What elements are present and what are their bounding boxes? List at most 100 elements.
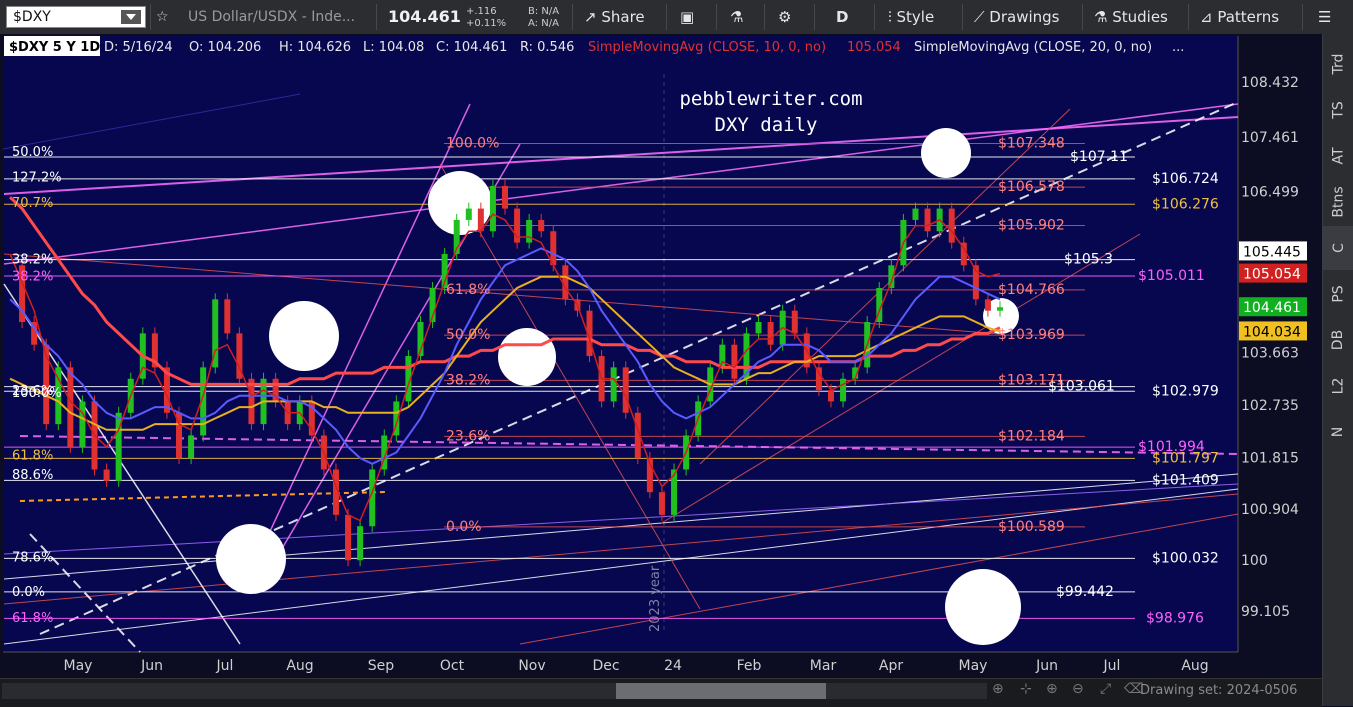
style-button[interactable]: ⫶ Style [888,0,934,34]
last-price: 104.461 [388,7,461,26]
zoom-out-icon[interactable]: ⊖ [1072,681,1084,697]
candle-body [502,185,508,209]
candle-body [526,219,533,243]
tab-db[interactable]: DB [1323,318,1353,362]
share-button[interactable]: ↗ Share [584,0,645,34]
patterns-button[interactable]: ⊿ Patterns [1200,0,1279,34]
zoom-fit-icon[interactable]: ⤢ [1100,681,1111,697]
crosshair-icon[interactable]: ⊹ [1020,681,1032,697]
x-tick-label: May [64,658,93,674]
tab-n[interactable]: N [1323,410,1353,454]
fib-left-label: 127.2% [12,170,62,185]
candle-body [948,208,955,243]
change-pct: +0.11% [466,18,507,29]
separator [962,4,963,30]
scrollbar-thumb[interactable] [616,683,826,699]
tab-l2[interactable]: L2 [1323,364,1353,408]
candle-body [755,322,762,334]
price-chart[interactable]: $107.11 $106.724 $106.276 $105.3 $105.011 $10… [0,34,1322,678]
candle-body [562,265,569,300]
target-circle [921,128,971,178]
level-label: $101.409 [1152,472,1219,488]
studies-label: Studies [1112,8,1168,26]
separator [1082,4,1083,30]
star-icon[interactable]: ☆ [156,0,169,34]
separator [1188,4,1189,30]
fib-left-label: 61.8% [12,448,53,463]
fib-price-label: $103.969 [998,327,1065,343]
candle-body [79,401,86,447]
info-date: D: 5/16/24 [104,40,173,55]
candle-body [610,367,617,402]
horizontal-scrollbar[interactable] [2,683,987,699]
symbol-text: $DXY [13,9,51,25]
candle-body [827,390,834,402]
level-label: $106.276 [1152,196,1219,212]
price-tag-label: 104.034 [1243,324,1301,340]
x-tick-label: Apr [879,658,903,674]
fib-pct-label: 38.2% [446,372,490,388]
fib-pct-label: 0.0% [446,519,482,535]
beaker-icon: ⚗ [1094,8,1113,26]
separator [874,4,875,30]
style-label: Style [896,8,935,26]
separator [666,4,667,30]
level-label: $107.11 [1070,149,1128,165]
right-sidebar: Trd TS AT Btns C PS DB L2 N [1322,34,1353,706]
fib-pct-label: 50.0% [446,327,490,343]
studies-button[interactable]: ⚗ Studies [1094,0,1168,34]
tab-c[interactable]: C [1323,226,1353,270]
gear-icon[interactable]: ⚙ [778,0,791,34]
y-tick-label: 101.815 [1241,450,1299,466]
tab-ps[interactable]: PS [1323,272,1353,316]
fib-price-label: $104.766 [998,282,1065,298]
candle-body [357,526,364,561]
tab-trd[interactable]: Trd [1323,42,1353,86]
drawing-set-label: Drawing set: 2024-0506 [1140,683,1298,698]
fib-price-label: $103.171 [998,372,1065,388]
ask-value: A: N/A [528,18,559,29]
candle-body [791,310,798,334]
symbol-selector[interactable]: $DXY [6,6,146,28]
snapshot-icon[interactable]: ▣ [680,0,694,34]
x-tick-label: Oct [440,658,465,674]
candle-body [345,514,352,561]
period-button[interactable]: D [836,0,848,34]
candle-body [984,299,991,311]
tab-label: DB [1330,329,1347,351]
fib-price-label: $100.589 [998,519,1065,535]
pan-icon[interactable]: ⊕ [992,681,1004,697]
candle-body [815,367,822,391]
drawings-button[interactable]: ⟋ Drawings [974,0,1059,34]
tab-ts[interactable]: TS [1323,88,1353,132]
more-dots[interactable]: ... [1172,40,1184,55]
menu-icon[interactable]: ☰ [1318,0,1331,34]
fib-pct-label: 100.0% [446,135,499,151]
fib-left-label: 0.0% [12,585,45,600]
candle-body [538,219,545,232]
y-tick-label: 103.663 [1241,345,1299,361]
y-tick-label: 108.432 [1241,75,1299,91]
tab-btns[interactable]: Btns [1323,180,1353,224]
chevron-down-icon[interactable] [121,10,141,24]
share-icon: ↗ [584,8,602,26]
flask-icon[interactable]: ⚗ [730,0,743,34]
share-label: Share [601,8,645,26]
fib-pct-label: 61.8% [446,282,490,298]
fib-pct-label: 23.6% [446,428,490,444]
candle-body [731,344,738,379]
info-range: R: 0.546 [520,40,574,55]
chart-area[interactable]: $107.11 $106.724 $106.276 $105.3 $105.011 $10… [0,34,1322,678]
target-circle [269,301,339,371]
tab-at[interactable]: AT [1323,134,1353,178]
level-label: $106.724 [1152,171,1219,187]
x-tick-label: Sep [368,658,395,674]
level-label: $102.979 [1152,383,1219,399]
y-tick-label: 102.735 [1241,398,1299,414]
zoom-in-icon[interactable]: ⊕ [1046,681,1058,697]
candle-body [224,299,231,334]
info-high: H: 104.626 [279,40,351,55]
tab-label: AT [1330,147,1347,165]
x-tick-label: Feb [737,658,762,674]
patterns-label: Patterns [1217,8,1280,26]
